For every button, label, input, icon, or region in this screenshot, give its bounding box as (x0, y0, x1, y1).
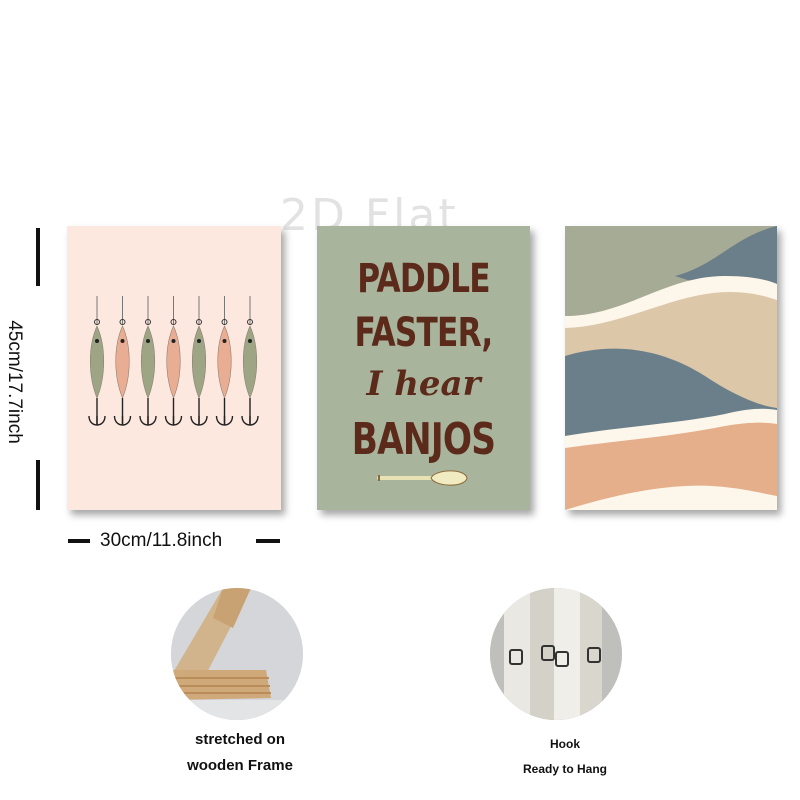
hook-caption-line: Hook (550, 737, 580, 751)
wooden-frame-icon (171, 588, 303, 720)
fishing-lure (139, 296, 157, 426)
frame-caption-line: wooden Frame (187, 757, 293, 774)
fishing-lure (241, 296, 259, 426)
quote-line: PADDLE (357, 256, 490, 302)
fishing-lure (190, 296, 208, 426)
fishing-lure (88, 296, 106, 426)
hook-photo (490, 588, 622, 720)
fishing-lure (215, 296, 234, 426)
quote-line: I hear (366, 364, 481, 404)
hook-caption-line: Ready to Hang (522, 762, 607, 776)
abstract-waves-illustration (565, 226, 777, 510)
width-marker-right-segment (256, 539, 280, 543)
quote-print: PADDLE FASTER, I hear BANJOS (317, 226, 530, 510)
quote-line: BANJOS (351, 414, 496, 465)
fishing-lure (113, 296, 132, 426)
fishing-lures-illustration (88, 296, 259, 426)
height-marker-bottom-segment (36, 460, 40, 510)
quote-line: FASTER, (354, 310, 494, 356)
height-marker-top-segment (36, 228, 40, 286)
height-label: 45cm/17.7inch (4, 320, 25, 444)
paddle-icon (377, 470, 468, 486)
abstract-waves-print (565, 226, 777, 510)
width-marker-left-segment (68, 539, 90, 543)
fishing-lures-print (67, 226, 281, 510)
hook-icon (490, 588, 622, 720)
fishing-lure (164, 296, 183, 426)
height-dimension-marker (36, 228, 40, 510)
frame-caption-line: stretched on (194, 731, 285, 748)
width-label: 30cm/11.8inch (100, 530, 223, 551)
wooden-frame-photo (171, 588, 303, 720)
